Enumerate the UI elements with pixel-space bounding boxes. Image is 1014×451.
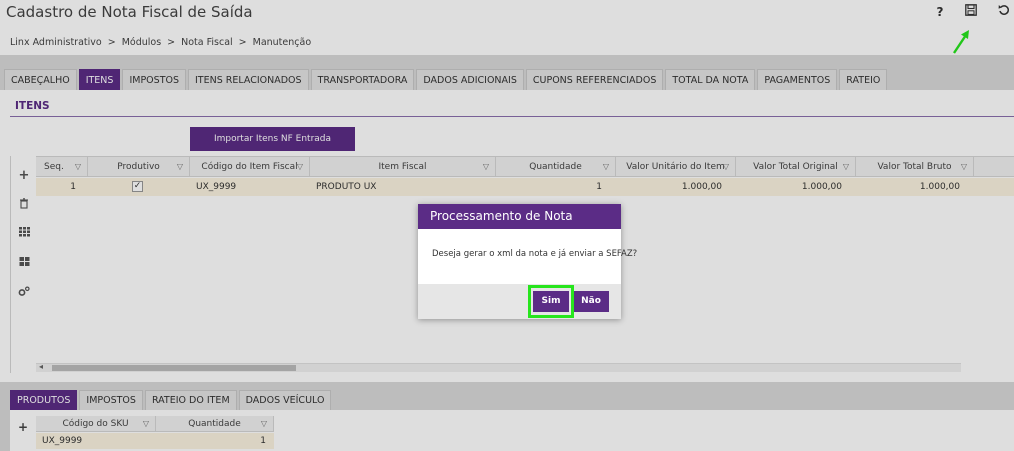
dialog-title: Processamento de Nota (418, 204, 621, 229)
dialog-footer: Sim Não (418, 284, 621, 319)
dialog-message: Deseja gerar o xml da nota e já enviar a… (432, 249, 638, 259)
no-button[interactable]: Não (573, 291, 609, 312)
highlight-box (528, 285, 574, 318)
processing-dialog: Processamento de Nota Deseja gerar o xml… (418, 204, 637, 319)
